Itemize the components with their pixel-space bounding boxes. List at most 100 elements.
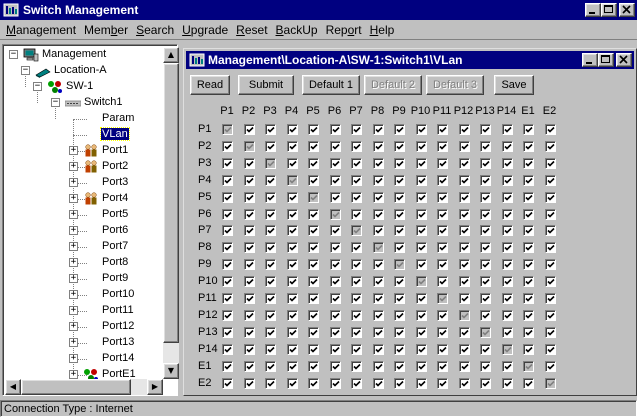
vlan-checkbox[interactable]	[480, 157, 491, 169]
vlan-checkbox[interactable]	[372, 326, 384, 338]
vlan-checkbox[interactable]	[544, 191, 556, 203]
tree-node-switch1[interactable]: − Switch1	[5, 95, 163, 111]
collapse-icon[interactable]: −	[21, 66, 30, 75]
scroll-thumb[interactable]	[163, 63, 179, 343]
vlan-checkbox[interactable]	[437, 225, 448, 237]
vlan-checkbox[interactable]	[501, 259, 513, 271]
vlan-checkbox[interactable]	[523, 343, 534, 355]
vlan-checkbox[interactable]	[222, 343, 233, 355]
vlan-checkbox[interactable]	[329, 309, 341, 321]
vlan-checkbox[interactable]	[222, 208, 233, 220]
vlan-checkbox[interactable]	[351, 377, 362, 389]
tree-node-porte1[interactable]: + PortE1	[5, 367, 163, 379]
vlan-checkbox[interactable]	[437, 208, 448, 220]
menu-member[interactable]: Member	[80, 23, 132, 37]
tree-node-port9[interactable]: + Port9	[5, 271, 163, 287]
vlan-checkbox[interactable]	[458, 174, 470, 186]
vlan-checkbox[interactable]	[394, 377, 405, 389]
vlan-checkbox[interactable]	[458, 276, 470, 288]
tree-node-port10[interactable]: + Port10	[5, 287, 163, 303]
vlan-checkbox[interactable]	[458, 293, 470, 304]
vlan-checkbox[interactable]	[523, 191, 534, 203]
vlan-checkbox[interactable]	[265, 259, 276, 271]
maximize-button[interactable]	[601, 3, 617, 17]
vlan-checkbox[interactable]	[394, 343, 405, 355]
vlan-checkbox[interactable]	[372, 124, 384, 135]
vlan-checkbox[interactable]	[351, 124, 362, 135]
vlan-checkbox[interactable]	[458, 208, 470, 220]
expand-icon[interactable]: +	[69, 322, 78, 331]
vlan-checkbox[interactable]	[372, 360, 384, 372]
vlan-checkbox[interactable]	[480, 174, 491, 186]
vlan-checkbox[interactable]	[501, 124, 513, 135]
tree-node-port5[interactable]: + Port5	[5, 207, 163, 223]
vlan-checkbox[interactable]	[415, 309, 427, 321]
vlan-checkbox[interactable]	[544, 276, 556, 288]
vlan-checkbox[interactable]	[544, 124, 556, 135]
tree-node-port11[interactable]: + Port11	[5, 303, 163, 319]
vlan-checkbox[interactable]	[544, 174, 556, 186]
vlan-checkbox[interactable]	[222, 360, 233, 372]
vlan-checkbox[interactable]	[222, 293, 233, 304]
vlan-checkbox[interactable]	[480, 242, 491, 254]
vlan-checkbox[interactable]	[458, 343, 470, 355]
vlan-checkbox[interactable]	[458, 360, 470, 372]
vlan-checkbox[interactable]	[243, 276, 255, 288]
vlan-checkbox[interactable]	[394, 124, 405, 135]
vlan-checkbox[interactable]	[544, 309, 556, 321]
vlan-checkbox[interactable]	[329, 124, 341, 135]
expand-icon[interactable]: +	[69, 242, 78, 251]
tree-vertical-scrollbar[interactable]: ▲ ▼	[163, 47, 179, 379]
vlan-checkbox[interactable]	[458, 225, 470, 237]
vlan-checkbox[interactable]	[308, 276, 319, 288]
vlan-checkbox[interactable]	[265, 208, 276, 220]
vlan-checkbox[interactable]	[544, 259, 556, 271]
vlan-checkbox[interactable]	[458, 124, 470, 135]
vlan-checkbox[interactable]	[308, 225, 319, 237]
vlan-checkbox[interactable]	[286, 326, 298, 338]
vlan-checkbox[interactable]	[394, 208, 405, 220]
vlan-checkbox[interactable]	[480, 360, 491, 372]
save-button[interactable]: Save	[494, 75, 534, 95]
vlan-checkbox[interactable]	[501, 293, 513, 304]
vlan-checkbox[interactable]	[243, 259, 255, 271]
vlan-checkbox[interactable]	[308, 259, 319, 271]
vlan-checkbox[interactable]	[480, 124, 491, 135]
menu-management[interactable]: Management	[2, 23, 80, 37]
vlan-checkbox[interactable]	[286, 208, 298, 220]
vlan-checkbox[interactable]	[308, 343, 319, 355]
vlan-checkbox[interactable]	[501, 326, 513, 338]
vlan-checkbox[interactable]	[458, 140, 470, 152]
default-2-button[interactable]: Default 2	[364, 75, 422, 95]
vlan-checkbox[interactable]	[286, 343, 298, 355]
vlan-checkbox[interactable]	[222, 157, 233, 169]
vlan-checkbox[interactable]	[329, 140, 341, 152]
vlan-checkbox[interactable]	[458, 326, 470, 338]
vlan-checkbox[interactable]	[222, 326, 233, 338]
vlan-checkbox[interactable]	[351, 276, 362, 288]
vlan-checkbox[interactable]	[415, 326, 427, 338]
vlan-checkbox[interactable]	[329, 174, 341, 186]
vlan-checkbox[interactable]	[480, 276, 491, 288]
expand-icon[interactable]: +	[69, 258, 78, 267]
collapse-icon[interactable]: −	[33, 82, 42, 91]
collapse-icon[interactable]: −	[9, 50, 18, 59]
vlan-checkbox[interactable]	[437, 343, 448, 355]
vlan-checkbox[interactable]	[372, 191, 384, 203]
vlan-checkbox[interactable]	[286, 360, 298, 372]
vlan-checkbox[interactable]	[265, 140, 276, 152]
vlan-checkbox[interactable]	[523, 377, 534, 389]
vlan-checkbox[interactable]	[351, 259, 362, 271]
vlan-checkbox[interactable]	[308, 377, 319, 389]
vlan-checkbox[interactable]	[351, 208, 362, 220]
vlan-checkbox[interactable]	[286, 309, 298, 321]
scroll-down-button[interactable]: ▼	[163, 363, 179, 379]
vlan-checkbox[interactable]	[265, 225, 276, 237]
vlan-checkbox[interactable]	[544, 360, 556, 372]
vlan-checkbox[interactable]	[329, 343, 341, 355]
vlan-checkbox[interactable]	[286, 242, 298, 254]
vlan-checkbox[interactable]	[372, 225, 384, 237]
vlan-checkbox[interactable]	[329, 293, 341, 304]
expand-icon[interactable]: +	[69, 210, 78, 219]
vlan-checkbox[interactable]	[415, 242, 427, 254]
